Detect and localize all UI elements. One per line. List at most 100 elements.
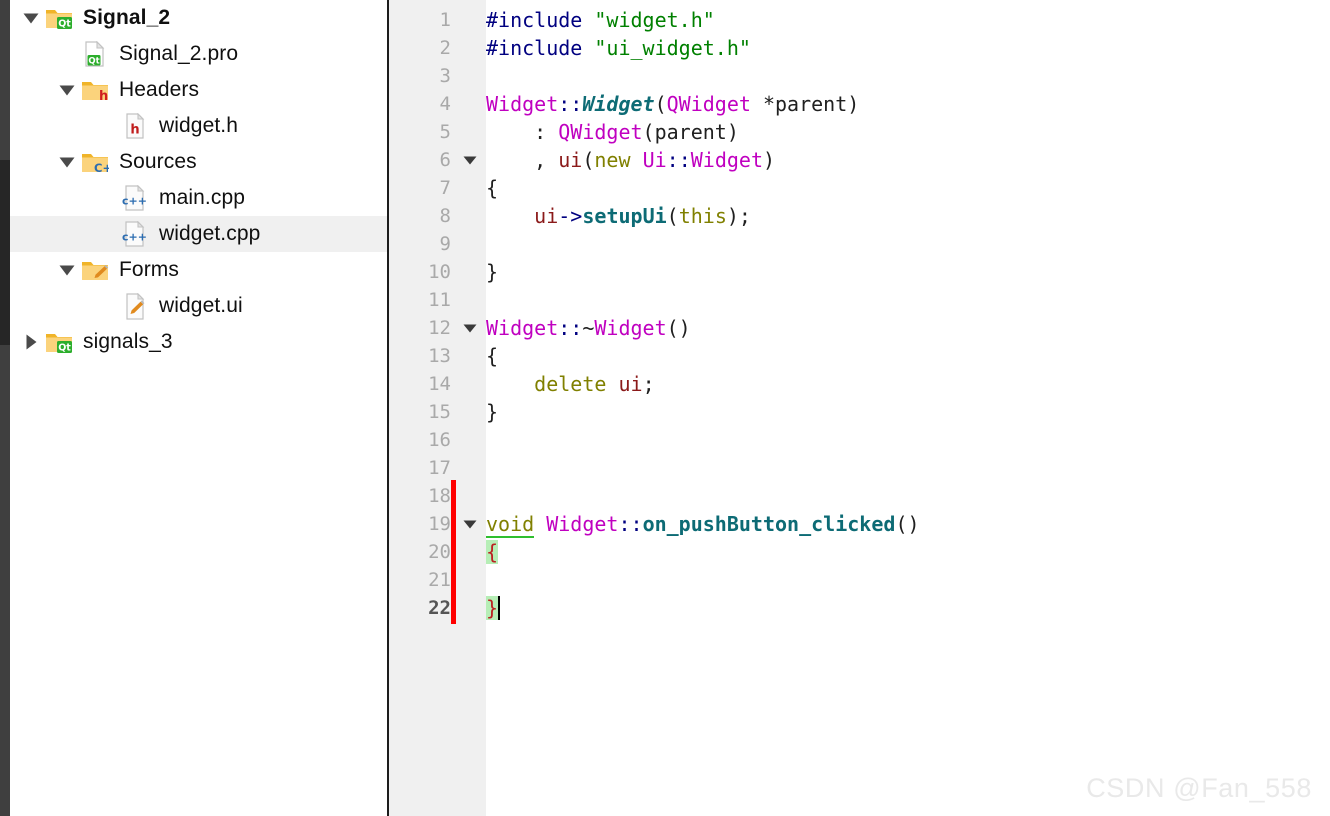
editor-gutter[interactable]: 1 2 3 4 5 6 7 8 9 10 11 12 13 14 15 16 17 18 19 20 21 22	[389, 0, 486, 816]
line-number: 13	[428, 345, 451, 367]
file-h-icon: h	[120, 113, 150, 139]
csdn-watermark: CSDN @Fan_558	[1086, 773, 1312, 803]
code-line[interactable]: Widget::Widget(QWidget *parent)	[486, 90, 859, 118]
folder-qt-icon: Qt	[44, 5, 74, 31]
svg-text:c++: c++	[122, 195, 147, 208]
line-number: 18	[428, 485, 451, 507]
line-number: 17	[428, 457, 451, 479]
fold-collapse-icon[interactable]	[461, 314, 479, 342]
line-number: 5	[439, 121, 451, 143]
sidebar-scrollbar[interactable]	[0, 0, 10, 816]
code-line[interactable]	[486, 482, 498, 510]
code-line[interactable]: }	[486, 258, 498, 286]
tree-item-label: signals_3	[83, 330, 173, 353]
text-cursor	[498, 596, 501, 620]
tree-item-headers[interactable]: h Headers	[10, 72, 387, 108]
tree-item-label: Sources	[119, 150, 197, 173]
line-number: 8	[439, 205, 451, 227]
code-line[interactable]	[486, 454, 498, 482]
tree-item-label: widget.h	[159, 114, 239, 137]
code-line[interactable]: {	[486, 174, 498, 202]
tree-item-signal-2-pro[interactable]: Qt Signal_2.pro	[10, 36, 387, 72]
line-number: 22	[428, 597, 451, 619]
folder-cpp-icon: C++	[80, 149, 110, 175]
line-number: 4	[439, 93, 451, 115]
sidebar-scrollbar-thumb[interactable]	[0, 160, 10, 345]
chevron-down-icon[interactable]	[54, 252, 80, 288]
code-line[interactable]	[486, 230, 498, 258]
tree-item-main-cpp[interactable]: c++ main.cpp	[10, 180, 387, 216]
tree-item-widget-h[interactable]: h widget.h	[10, 108, 387, 144]
brace-highlight: }	[486, 596, 499, 620]
code-line[interactable]: void Widget::on_pushButton_clicked()	[486, 510, 920, 538]
tree-item-label: Forms	[119, 258, 179, 281]
change-marker-bar	[451, 480, 456, 624]
chevron-down-icon[interactable]	[54, 72, 80, 108]
code-line[interactable]: {	[486, 538, 499, 566]
fold-collapse-icon[interactable]	[461, 146, 479, 174]
code-line[interactable]: #include "ui_widget.h"	[486, 34, 751, 62]
tree-item-label: Signal_2	[83, 6, 171, 29]
editor-code-area[interactable]: #include "widget.h" #include "ui_widget.h…	[486, 0, 1330, 816]
tree-item-widget-cpp[interactable]: c++ widget.cpp	[10, 216, 387, 252]
tree-item-label: main.cpp	[159, 186, 246, 209]
code-line[interactable]: #include "widget.h"	[486, 6, 715, 34]
tree-item-widget-ui[interactable]: widget.ui	[10, 288, 387, 324]
line-number: 16	[428, 429, 451, 451]
code-line[interactable]: : QWidget(parent)	[486, 118, 739, 146]
tree-item-label: widget.cpp	[159, 222, 261, 245]
fold-collapse-icon[interactable]	[461, 510, 479, 538]
line-number: 19	[428, 513, 451, 535]
line-number: 12	[428, 317, 451, 339]
code-line[interactable]: delete ui;	[486, 370, 654, 398]
svg-text:Qt: Qt	[88, 56, 99, 66]
svg-text:Qt: Qt	[58, 343, 71, 354]
code-editor[interactable]: 1 2 3 4 5 6 7 8 9 10 11 12 13 14 15 16 17 18 19 20 21 22 #inc…	[389, 0, 1330, 816]
tree-item-label: widget.ui	[159, 294, 243, 317]
tree-item-sources[interactable]: C++ Sources	[10, 144, 387, 180]
tree-item-label: Headers	[119, 78, 200, 101]
file-cpp-icon: c++	[120, 221, 150, 247]
line-number: 20	[428, 541, 451, 563]
folder-h-icon: h	[80, 77, 110, 103]
tree-item-forms[interactable]: Forms	[10, 252, 387, 288]
code-line[interactable]: }	[486, 594, 501, 622]
tree-item-signals-3[interactable]: Qt signals_3	[10, 324, 387, 360]
line-number: 11	[428, 289, 451, 311]
line-number: 3	[439, 65, 451, 87]
brace-highlight: {	[486, 540, 499, 564]
code-line[interactable]	[486, 286, 498, 314]
line-number: 6	[439, 149, 451, 171]
code-line[interactable]: , ui(new Ui::Widget)	[486, 146, 775, 174]
folder-form-icon	[80, 257, 110, 283]
project-tree-panel[interactable]: Qt Signal_2 Qt Signal_2.pro h Headers h …	[10, 0, 389, 816]
file-form-icon	[120, 292, 150, 320]
svg-text:c++: c++	[122, 231, 147, 244]
tree-item-signal-2[interactable]: Qt Signal_2	[10, 0, 387, 36]
line-number: 14	[428, 373, 451, 395]
code-line[interactable]	[486, 566, 498, 594]
code-line[interactable]: ui->setupUi(this);	[486, 202, 751, 230]
folder-qt-icon: Qt	[44, 329, 74, 355]
code-line[interactable]: }	[486, 398, 498, 426]
code-line[interactable]	[486, 62, 498, 90]
line-number: 1	[439, 9, 451, 31]
svg-text:Qt: Qt	[58, 19, 71, 30]
chevron-down-icon[interactable]	[54, 144, 80, 180]
svg-text:h: h	[99, 89, 108, 102]
svg-text:C++: C++	[94, 161, 109, 174]
code-line[interactable]: Widget::~Widget()	[486, 314, 691, 342]
file-cpp-icon: c++	[120, 185, 150, 211]
line-number: 9	[439, 233, 451, 255]
code-line[interactable]: {	[486, 342, 498, 370]
code-line[interactable]	[486, 426, 498, 454]
file-qt-icon: Qt	[80, 41, 110, 67]
chevron-right-icon[interactable]	[18, 324, 44, 360]
line-number: 2	[439, 37, 451, 59]
chevron-down-icon[interactable]	[18, 0, 44, 36]
